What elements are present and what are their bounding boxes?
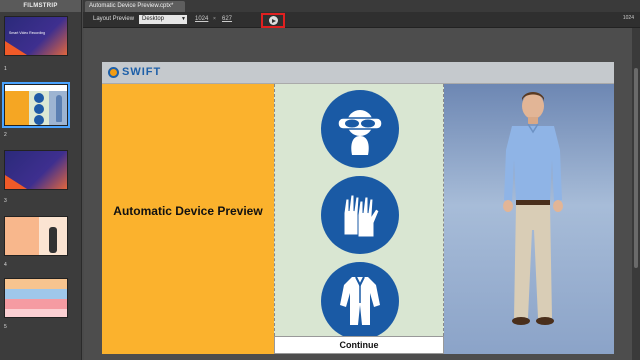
slide-thumbnail[interactable]: Smart Video Recording xyxy=(4,16,68,56)
scrollbar-thumb[interactable] xyxy=(634,68,638,268)
logo-icon xyxy=(108,66,119,78)
safety-icons-panel xyxy=(274,84,444,340)
orange-panel: Automatic Device Preview xyxy=(102,84,274,354)
document-tab-bar: Automatic Device Preview.cptx* xyxy=(83,0,640,12)
slide-number: 2 xyxy=(4,132,7,138)
slide-thumbnail[interactable] xyxy=(4,216,68,256)
filmstrip-panel: FILMSTRIP Smart Video Recording 1 2 3 4 xyxy=(0,0,82,360)
play-icon xyxy=(268,16,278,25)
slide-heading: Automatic Device Preview xyxy=(113,204,263,218)
slide-header: SWIFT xyxy=(102,62,614,84)
ruler-width-value: 1024 xyxy=(622,15,634,21)
logo-text: SWIFT xyxy=(122,66,162,78)
layout-preview-label: Layout Preview xyxy=(93,16,135,22)
gloves-icon xyxy=(321,176,399,254)
slide-canvas: SWIFT Automatic Device Preview Continue xyxy=(102,62,614,354)
presenter-panel xyxy=(444,84,614,354)
protective-suit-icon xyxy=(321,262,399,340)
preview-play-button[interactable] xyxy=(261,13,285,28)
slide-thumbnail[interactable] xyxy=(4,278,68,318)
slide-thumbnail[interactable] xyxy=(2,82,70,128)
height-value[interactable]: 627 xyxy=(222,16,232,22)
slide-thumbnail[interactable] xyxy=(4,150,68,190)
device-select-value: Desktop xyxy=(142,16,165,22)
slide-number: 3 xyxy=(4,198,7,204)
goggles-icon xyxy=(321,90,399,168)
swift-logo: SWIFT xyxy=(108,66,161,78)
layout-preview-toolbar: Layout Preview Desktop ▼ 1024 × 627 1024 xyxy=(83,12,640,28)
slide-number: 4 xyxy=(4,262,7,268)
chevron-down-icon: ▼ xyxy=(181,16,186,22)
dimension-separator: × xyxy=(213,16,216,22)
thumbnail-caption: Smart Video Recording xyxy=(9,31,46,35)
filmstrip-title: FILMSTRIP xyxy=(0,0,81,12)
vertical-scrollbar[interactable] xyxy=(632,28,640,360)
presenter-image xyxy=(503,92,563,325)
slide-number: 1 xyxy=(4,66,7,72)
document-tab[interactable]: Automatic Device Preview.cptx* xyxy=(85,1,185,12)
slide-number: 5 xyxy=(4,324,7,330)
device-select[interactable]: Desktop ▼ xyxy=(139,15,187,24)
width-value[interactable]: 1024 xyxy=(195,16,208,22)
continue-button[interactable]: Continue xyxy=(274,336,444,354)
